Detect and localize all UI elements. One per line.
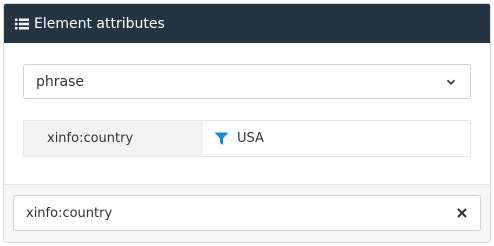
select-value: phrase (36, 73, 85, 90)
attribute-row: xinfo:country USA (23, 120, 471, 157)
chevron-down-icon (446, 77, 456, 87)
panel-header: Element attributes (4, 4, 490, 43)
panel-body: phrase xinfo:country USA (4, 43, 490, 186)
attribute-value: USA (237, 131, 264, 146)
attribute-value-cell[interactable]: USA (203, 121, 470, 156)
filter-icon[interactable] (214, 132, 229, 146)
panel-footer: xinfo:country (4, 184, 490, 242)
close-icon[interactable] (456, 207, 468, 219)
filter-input-value: xinfo:country (26, 205, 113, 221)
panel-title: Element attributes (34, 15, 165, 32)
list-icon (15, 17, 29, 31)
attribute-filter-input[interactable]: xinfo:country (13, 195, 481, 231)
attribute-key: xinfo:country (24, 121, 203, 156)
element-attributes-panel: Element attributes phrase xinfo:country … (3, 3, 491, 243)
attribute-type-select[interactable]: phrase (23, 64, 471, 99)
